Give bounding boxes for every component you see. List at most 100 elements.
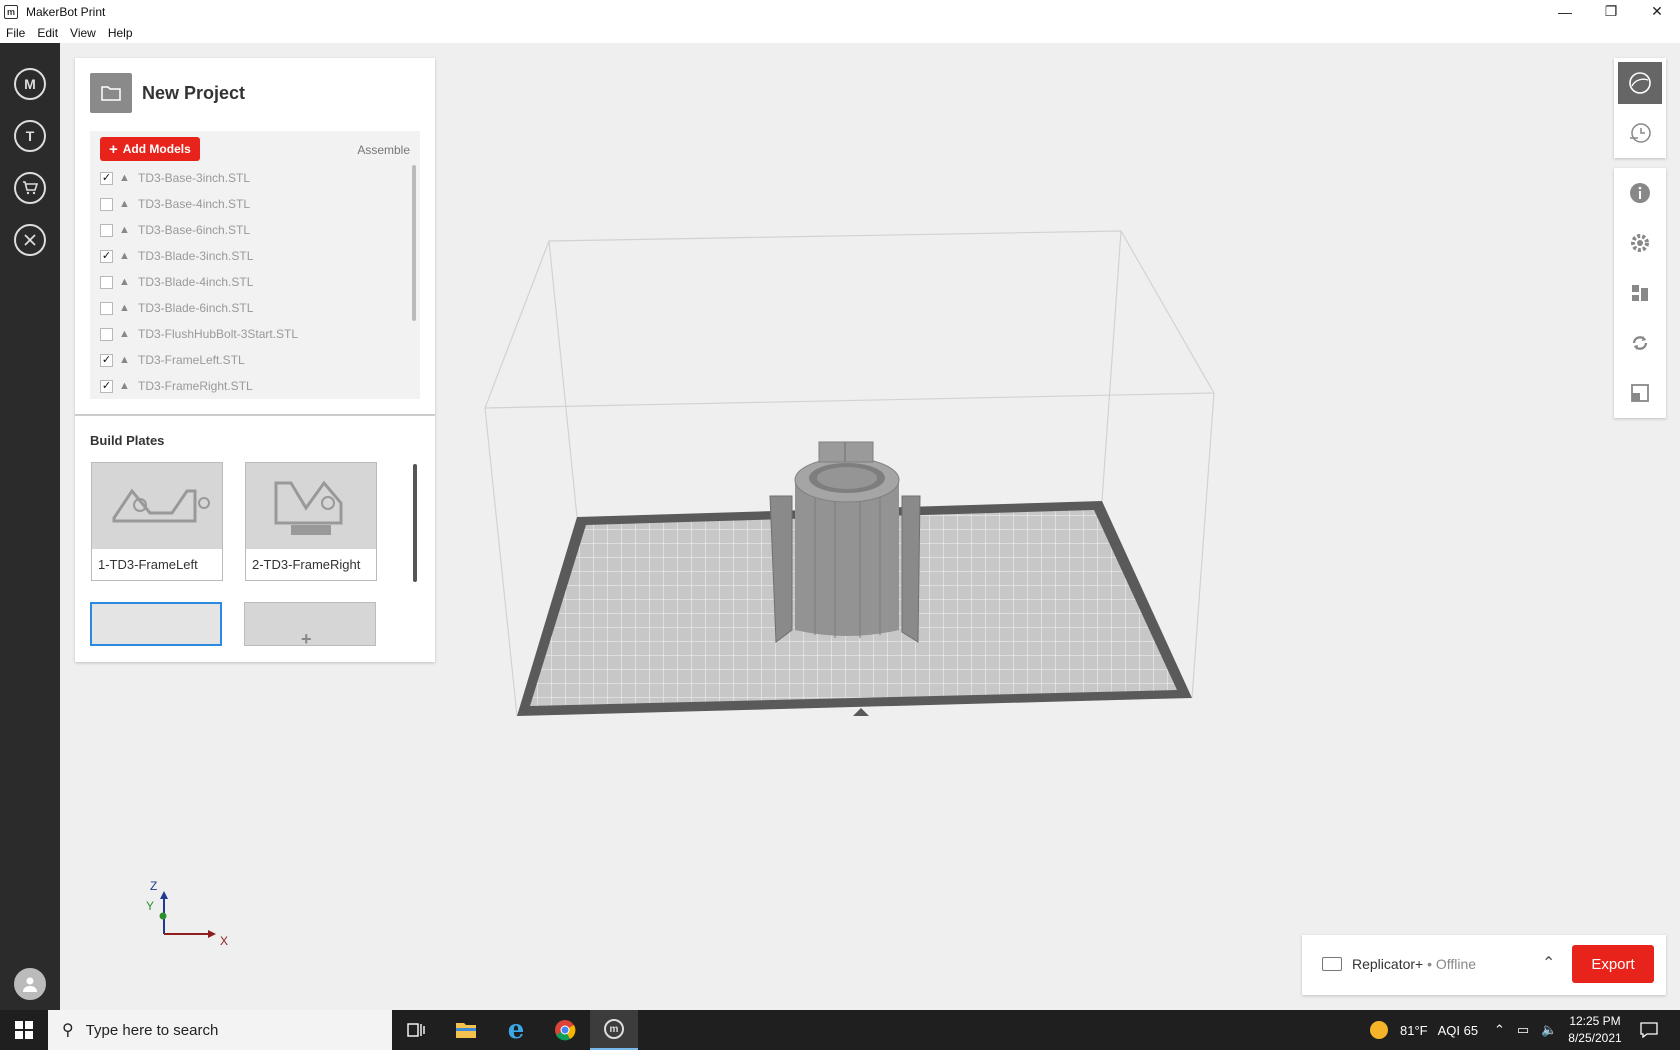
menu-file[interactable]: File [0,26,31,40]
taskbar: ⚲ Type here to search e m 81°F AQI 65 ⌃ … [0,1010,1680,1050]
printer-name[interactable]: Replicator+ • Offline [1352,956,1476,972]
makerbot-logo-icon[interactable]: M [14,68,46,100]
model-list-scrollbar[interactable] [412,165,416,321]
file-explorer-icon[interactable] [442,1010,490,1050]
chrome-icon[interactable] [541,1010,589,1050]
printer-icon [1322,957,1342,971]
3d-model[interactable] [769,441,921,643]
settings-gear-icon[interactable] [1614,218,1666,268]
window-controls: — ❐ ✕ [1542,0,1680,23]
axis-y-label: Y [146,899,155,913]
taskbar-clock[interactable]: 12:25 PM 8/25/2021 [1555,1013,1635,1047]
model-list-item[interactable]: ▲ TD3-FlushHubBolt-3Start.STL [90,321,412,347]
plate-label: 1-TD3-FrameLeft [98,557,198,572]
model-list: ✓ ▲ TD3-Base-3inch.STL ▲ TD3-Base-4inch.STL… [90,165,412,399]
makerbot-taskbar-icon[interactable]: m [590,1010,638,1050]
models-section: + Add Models Assemble ✓ ▲ TD3-Base-3inch.S… [90,131,420,399]
add-build-plate-button[interactable]: + [244,602,376,649]
folder-icon [90,73,132,113]
project-panel: New Project + Add Models Assemble ✓ ▲ TD3-… [75,58,435,662]
system-tray: ⌃ ▭ 🔈 [1494,1010,1557,1050]
windows-start-icon[interactable] [0,1010,48,1050]
minimize-button[interactable]: — [1542,0,1588,23]
view-toolbar [1614,58,1666,158]
menu-edit[interactable]: Edit [31,26,64,40]
model-list-item[interactable]: ✓ ▲ TD3-FrameLeft.STL [90,347,412,373]
cube-icon: ▲ [119,223,130,236]
model-checkbox[interactable] [100,275,113,289]
cube-icon: ▲ [119,275,130,288]
thingiverse-icon[interactable]: T [14,120,46,152]
build-plates-scrollbar[interactable] [413,464,417,582]
close-button[interactable]: ✕ [1634,0,1680,23]
cube-icon: ▲ [119,197,130,210]
model-list-item[interactable]: ▲ TD3-Base-6inch.STL [90,217,412,243]
model-list-item[interactable]: ✓ ▲ TD3-FrameRight.STL [90,373,412,399]
title-bar: m MakerBot Print — ❐ ✕ [0,0,1680,23]
build-plate-card[interactable]: 1-TD3-FrameLeft [91,462,223,581]
printer-status: • Offline [1423,956,1477,972]
add-models-button[interactable]: + Add Models [100,137,200,161]
network-icon[interactable]: ▭ [1517,1022,1529,1038]
plus-icon: + [301,629,312,649]
cube-icon: ▲ [119,171,130,184]
scale-icon[interactable] [1614,368,1666,418]
model-checkbox[interactable] [100,301,113,315]
sun-icon [1370,1021,1388,1039]
build-plates-title: Build Plates [90,433,165,448]
project-header: New Project [90,73,245,113]
model-checkbox[interactable] [100,223,113,237]
export-button[interactable]: Export [1572,945,1654,983]
model-checkbox[interactable]: ✓ [100,249,113,263]
printer-status-bar: Replicator+ • Offline ⌃ Export [1302,935,1666,995]
search-icon: ⚲ [62,1022,74,1039]
view-sphere-icon[interactable] [1618,62,1662,104]
model-checkbox[interactable]: ✓ [100,379,113,393]
info-icon[interactable] [1614,168,1666,218]
plus-icon: + [109,140,118,158]
utilities-icon[interactable] [14,224,46,256]
model-checkbox[interactable] [100,327,113,341]
edit-toolbar [1614,168,1666,418]
menu-bar: File Edit View Help [0,23,1680,43]
print-preview-icon[interactable] [1614,108,1666,158]
cube-icon: ▲ [119,327,130,340]
project-title[interactable]: New Project [142,83,245,104]
axis-z-label: Z [150,879,158,893]
axis-x-label: X [220,934,229,948]
build-plate-card[interactable]: 2-TD3-FrameRight [245,462,377,581]
axis-indicator: Z Y X [140,875,240,955]
store-cart-icon[interactable] [14,172,46,204]
task-view-icon[interactable] [392,1010,440,1050]
model-checkbox[interactable]: ✓ [100,171,113,185]
plate-label: 2-TD3-FrameRight [252,557,361,572]
build-plate-card-selected[interactable] [90,602,222,646]
3d-viewport[interactable] [440,180,1240,780]
weather-widget[interactable]: 81°F AQI 65 [1370,1010,1478,1050]
model-list-item[interactable]: ✓ ▲ TD3-Base-3inch.STL [90,165,412,191]
restore-button[interactable]: ❐ [1588,0,1634,23]
user-avatar-icon[interactable] [14,968,46,1000]
plate-thumbnail [246,463,376,549]
arrange-icon[interactable] [1614,268,1666,318]
assemble-link[interactable]: Assemble [357,143,410,157]
taskbar-search-input[interactable]: ⚲ Type here to search [48,1010,392,1050]
cube-icon: ▲ [119,353,130,366]
cube-icon: ▲ [119,301,130,314]
panel-divider [75,414,435,416]
model-list-item[interactable]: ▲ TD3-Blade-4inch.STL [90,269,412,295]
rotate-icon[interactable] [1614,318,1666,368]
menu-view[interactable]: View [64,26,102,40]
model-list-item[interactable]: ▲ TD3-Blade-6inch.STL [90,295,412,321]
model-list-item[interactable]: ▲ TD3-Base-4inch.STL [90,191,412,217]
model-checkbox[interactable]: ✓ [100,353,113,367]
chevron-up-icon[interactable]: ⌃ [1494,1022,1505,1038]
model-list-item[interactable]: ✓ ▲ TD3-Blade-3inch.STL [90,243,412,269]
chevron-up-icon[interactable]: ⌃ [1542,953,1555,973]
internet-explorer-icon[interactable]: e [492,1010,540,1050]
model-checkbox[interactable] [100,197,113,211]
left-nav: M T [0,43,60,1010]
notification-icon[interactable] [1625,1010,1673,1050]
window-title: MakerBot Print [26,4,106,19]
menu-help[interactable]: Help [102,26,139,40]
